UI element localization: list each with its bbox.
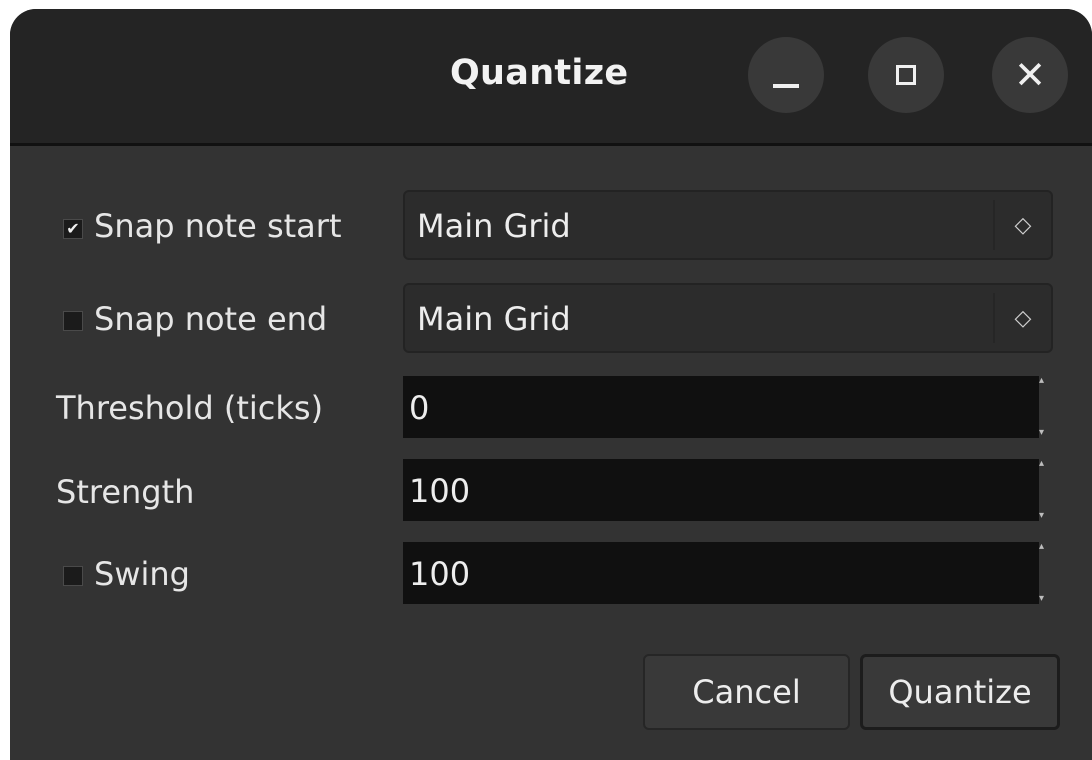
threshold-spinbox[interactable]: 0 — [403, 376, 1039, 438]
snap-note-start-label: Snap note start — [94, 207, 342, 245]
close-button[interactable]: ✕ — [992, 37, 1068, 113]
quantize-dialog: Quantize ✕ ✔ Snap note start Main Grid ◇… — [10, 9, 1092, 760]
window-title: Quantize — [450, 53, 629, 93]
close-icon: ✕ — [1014, 53, 1046, 97]
swing-spin-arrows[interactable]: ▴ ▾ — [1039, 542, 1049, 604]
spin-up-icon: ▴ — [1039, 375, 1045, 386]
threshold-value: 0 — [409, 389, 430, 427]
combo-arrows-icon: ◇ — [993, 200, 1051, 250]
threshold-spin-arrows[interactable]: ▴ ▾ — [1039, 376, 1049, 438]
spin-up-icon: ▴ — [1039, 458, 1045, 469]
snap-note-start-checkbox[interactable]: ✔ — [63, 219, 83, 239]
quantize-button[interactable]: Quantize — [860, 654, 1060, 730]
snap-note-end-value: Main Grid — [417, 300, 571, 338]
checkmark-icon: ✔ — [66, 219, 80, 238]
threshold-label: Threshold (ticks) — [56, 389, 324, 427]
spin-down-icon: ▾ — [1039, 510, 1045, 521]
swing-checkbox[interactable] — [63, 566, 83, 586]
combo-arrows-icon: ◇ — [993, 293, 1051, 343]
snap-note-end-select[interactable]: Main Grid ◇ — [403, 283, 1053, 353]
spin-up-icon: ▴ — [1039, 541, 1045, 552]
minimize-icon — [773, 84, 799, 88]
snap-note-end-checkbox[interactable] — [63, 311, 83, 331]
snap-note-end-label: Snap note end — [94, 300, 328, 338]
snap-note-start-select[interactable]: Main Grid ◇ — [403, 190, 1053, 260]
maximize-button[interactable] — [868, 37, 944, 113]
snap-note-start-value: Main Grid — [417, 207, 571, 245]
swing-label: Swing — [94, 555, 190, 593]
strength-label: Strength — [56, 473, 195, 511]
strength-value: 100 — [409, 472, 471, 510]
titlebar: Quantize ✕ — [10, 9, 1092, 146]
strength-spinbox[interactable]: 100 — [403, 459, 1039, 521]
strength-spin-arrows[interactable]: ▴ ▾ — [1039, 459, 1049, 521]
swing-value: 100 — [409, 555, 471, 593]
spin-down-icon: ▾ — [1039, 593, 1045, 604]
maximize-icon — [896, 65, 916, 85]
swing-spinbox[interactable]: 100 — [403, 542, 1039, 604]
cancel-button[interactable]: Cancel — [643, 654, 850, 730]
spin-down-icon: ▾ — [1039, 427, 1045, 438]
minimize-button[interactable] — [748, 37, 824, 113]
